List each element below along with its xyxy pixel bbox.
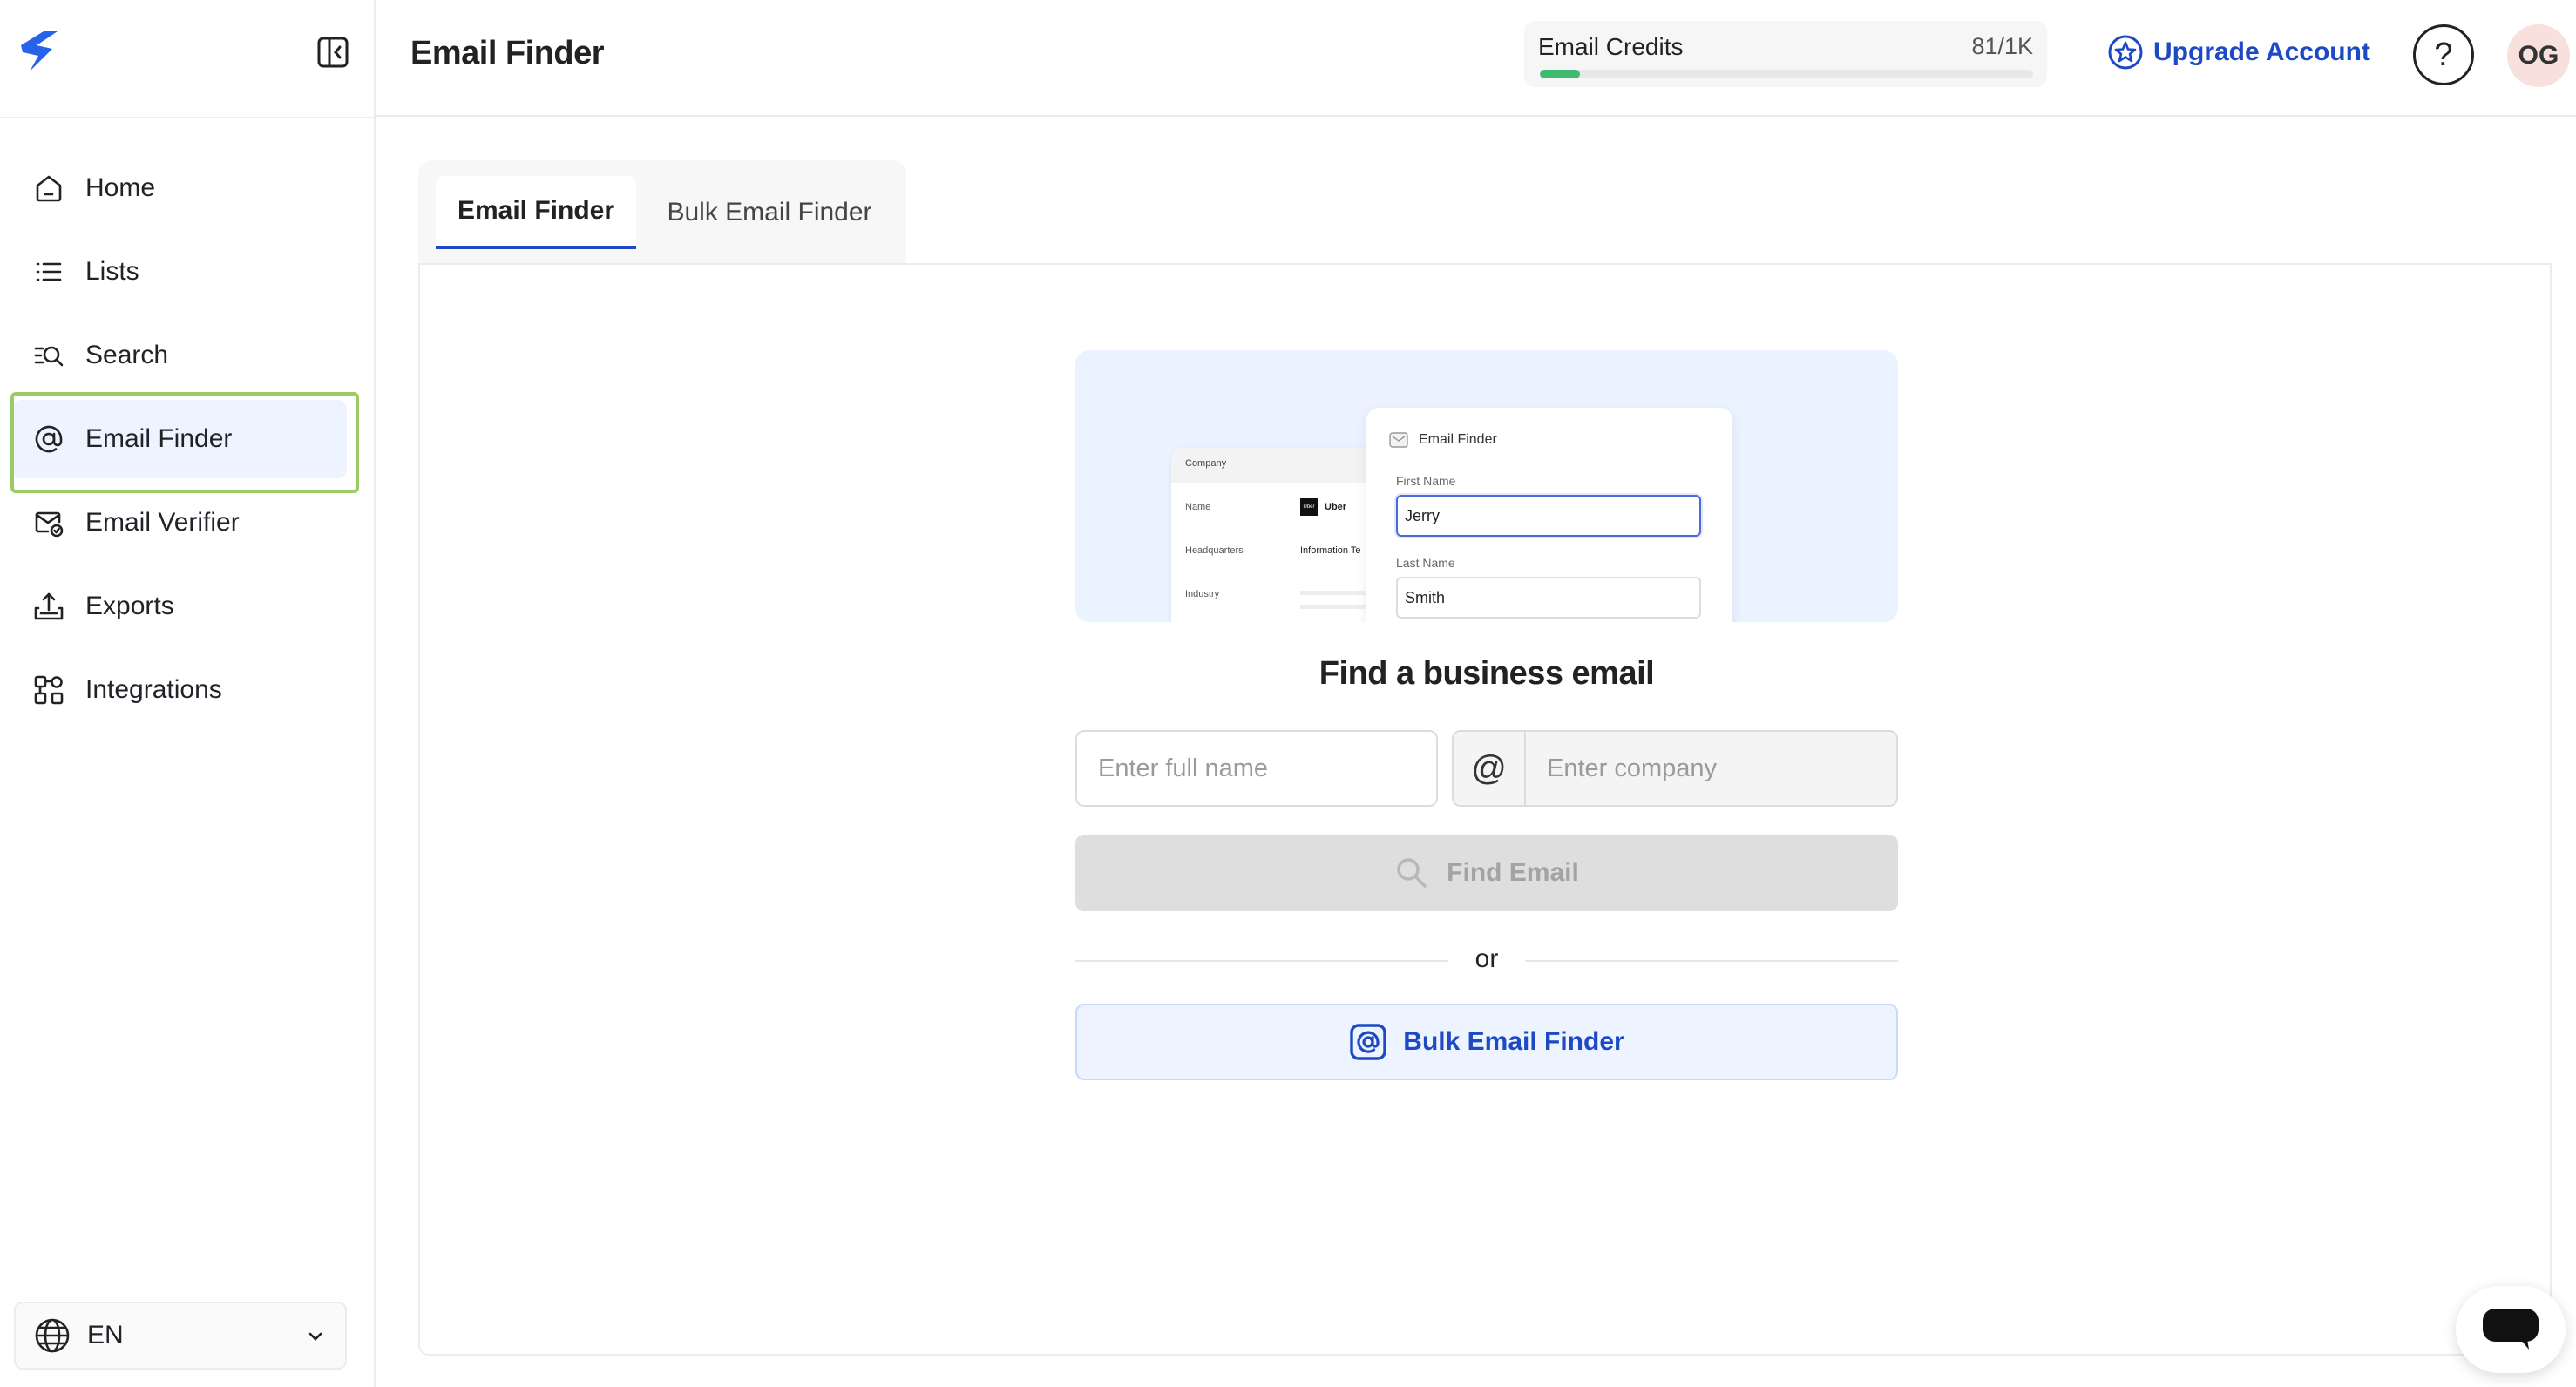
credits-count: 81/1K (1971, 33, 2033, 59)
sidebar-item-label: Email Verifier (85, 508, 240, 537)
credits-label: Email Credits (1538, 33, 1684, 60)
sidebar-item-label: Email Finder (85, 424, 233, 453)
illustration-row-label: Name (1185, 502, 1211, 512)
tab-bulk-email-finder[interactable]: Bulk Email Finder (647, 176, 892, 249)
illustration-last-name-input: Smith (1396, 577, 1701, 619)
integrations-icon (31, 673, 66, 707)
app-logo[interactable] (17, 30, 63, 73)
sidebar-item-label: Home (85, 173, 156, 202)
illustration-company-header: Company (1171, 448, 1389, 483)
star-badge-icon (2108, 35, 2143, 70)
chat-bubble-icon (2483, 1309, 2539, 1350)
sidebar-item-label: Search (85, 341, 169, 369)
illustration-company-card: Company Name Uber Uber Headquarters Info… (1171, 448, 1389, 622)
at-sign-icon: @ (1454, 732, 1526, 805)
sidebar: Home Lists Search Email Finder Email Ver… (0, 0, 376, 1387)
page-title: Email Finder (410, 35, 605, 71)
list-icon (31, 254, 66, 289)
sidebar-item-label: Integrations (85, 675, 222, 704)
envelope-icon (1389, 432, 1408, 448)
avatar[interactable]: OG (2507, 24, 2570, 87)
or-label: or (1474, 944, 1499, 973)
avatar-initials: OG (2518, 41, 2559, 70)
at-sign-square-icon (1350, 1024, 1386, 1060)
company-input[interactable] (1526, 732, 1896, 805)
export-icon (31, 589, 66, 624)
tab-label: Email Finder (457, 196, 615, 225)
email-finder-panel: Company Name Uber Uber Headquarters Info… (418, 263, 2552, 1356)
illustration-row-label: Industry (1185, 589, 1220, 599)
illustration-last-name-label: Last Name (1396, 556, 1455, 570)
find-email-heading: Find a business email (1319, 655, 1655, 692)
sidebar-item-lists[interactable]: Lists (12, 233, 347, 311)
upgrade-account-button[interactable]: Upgrade Account (2106, 33, 2370, 71)
illustration-first-name-input: Jerry (1396, 495, 1701, 537)
sidebar-item-label: Exports (85, 592, 174, 620)
tab-email-finder[interactable]: Email Finder (436, 176, 636, 249)
sidebar-item-home[interactable]: Home (12, 149, 347, 227)
company-input-group: @ (1452, 730, 1898, 807)
uber-logo: Uber (1300, 498, 1318, 516)
sidebar-nav: Home Lists Search Email Finder Email Ver… (12, 149, 347, 734)
hero-illustration: Company Name Uber Uber Headquarters Info… (1075, 350, 1898, 622)
find-email-button[interactable]: Find Email (1075, 835, 1898, 911)
upgrade-label: Upgrade Account (2153, 37, 2370, 66)
credits-progress-fill (1540, 70, 1580, 78)
divider-line (1525, 960, 1898, 962)
full-name-input[interactable] (1075, 730, 1438, 807)
or-divider: or (1075, 943, 1898, 978)
search-icon (1397, 858, 1427, 888)
at-sign-icon (31, 422, 66, 457)
top-header: Email Finder Email Credits 81/1K Upgrade… (376, 0, 2576, 117)
illustration-email-finder-card: Email Finder First Name Jerry Last Name … (1366, 408, 1732, 622)
collapse-sidebar-button[interactable] (315, 35, 350, 70)
chevron-down-icon (308, 1332, 322, 1341)
sidebar-item-email-finder[interactable]: Email Finder (12, 400, 347, 478)
globe-icon (35, 1318, 70, 1353)
language-select[interactable]: EN (14, 1302, 347, 1370)
home-icon (31, 171, 66, 206)
find-email-label: Find Email (1447, 858, 1579, 887)
chat-widget-button[interactable] (2456, 1286, 2566, 1373)
language-value: EN (87, 1321, 124, 1350)
sidebar-item-search[interactable]: Search (12, 316, 347, 395)
email-credits-meter: Email Credits 81/1K (1524, 21, 2047, 87)
sidebar-item-integrations[interactable]: Integrations (12, 651, 347, 729)
illustration-row-value: Uber (1325, 502, 1347, 512)
tab-label: Bulk Email Finder (667, 198, 872, 227)
bulk-email-finder-label: Bulk Email Finder (1403, 1027, 1624, 1056)
sidebar-item-email-verifier[interactable]: Email Verifier (12, 484, 347, 562)
sidebar-collapse-icon (317, 37, 349, 68)
bulk-email-finder-button[interactable]: Bulk Email Finder (1075, 1004, 1898, 1080)
divider-line (1075, 960, 1448, 962)
illustration-first-name-label: First Name (1396, 474, 1456, 488)
help-icon: ? (2434, 36, 2453, 73)
help-button[interactable]: ? (2413, 24, 2474, 85)
mail-check-icon (31, 505, 66, 540)
credits-progress-track (1540, 70, 2033, 78)
search-list-icon (31, 338, 66, 373)
sidebar-item-label: Lists (85, 257, 139, 286)
sidebar-item-exports[interactable]: Exports (12, 567, 347, 646)
illustration-card-title: Email Finder (1419, 432, 1497, 447)
tab-bar: Email Finder Bulk Email Finder (418, 160, 906, 265)
illustration-row-label: Headquarters (1185, 545, 1244, 556)
illustration-row-value: Information Te (1300, 545, 1361, 556)
sidebar-divider (0, 117, 376, 118)
